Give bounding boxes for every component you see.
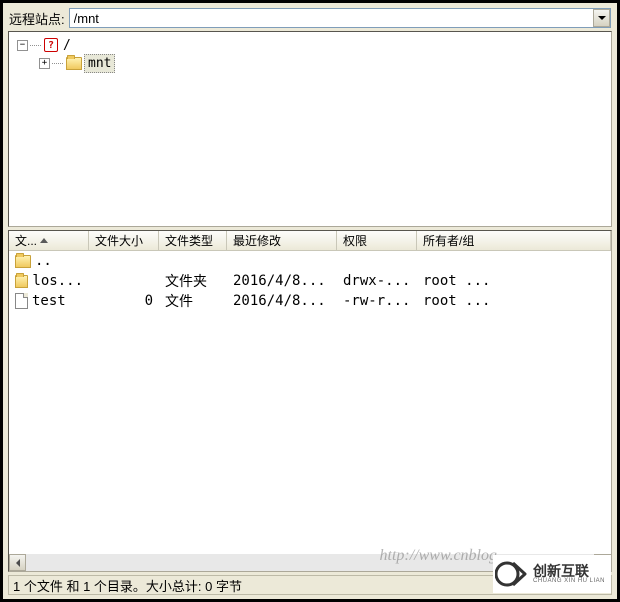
file-name: test bbox=[32, 293, 66, 309]
tree-child-row[interactable]: + mnt bbox=[11, 54, 609, 72]
folder-icon bbox=[66, 57, 82, 70]
folder-icon bbox=[15, 255, 31, 268]
remote-path-combo[interactable] bbox=[69, 8, 611, 28]
remote-directory-tree[interactable]: − ? / + mnt bbox=[8, 31, 612, 227]
chevron-left-icon bbox=[16, 559, 20, 567]
chevron-down-icon bbox=[598, 16, 606, 20]
tree-root-row[interactable]: − ? / bbox=[11, 36, 609, 54]
remote-path-label: 远程站点: bbox=[9, 9, 65, 28]
list-header[interactable]: 文... 文件大小 文件类型 最近修改 权限 所有者/组 bbox=[9, 231, 611, 251]
file-icon bbox=[15, 293, 28, 309]
column-type[interactable]: 文件类型 bbox=[159, 231, 227, 250]
file-name: .. bbox=[35, 253, 52, 269]
horizontal-scrollbar[interactable] bbox=[9, 554, 611, 571]
tree-line-icon bbox=[30, 45, 42, 46]
path-dropdown-button[interactable] bbox=[593, 9, 610, 27]
remote-path-input[interactable] bbox=[70, 10, 593, 27]
status-text: 1 个文件 和 1 个目录。大小总计: 0 字节 bbox=[13, 576, 242, 595]
column-name[interactable]: 文... bbox=[9, 231, 89, 250]
expander-minus-icon[interactable]: − bbox=[17, 40, 28, 51]
list-row[interactable]: test 0 文件 2016/4/8... -rw-r... root ... bbox=[9, 291, 611, 311]
remote-path-bar: 远程站点: bbox=[5, 5, 615, 31]
scroll-left-button[interactable] bbox=[9, 554, 26, 571]
scroll-track[interactable] bbox=[26, 554, 594, 571]
tree-child-label: mnt bbox=[84, 54, 115, 73]
status-bar: 1 个文件 和 1 个目录。大小总计: 0 字节 接 bbox=[8, 575, 612, 595]
scroll-right-button[interactable] bbox=[594, 554, 611, 571]
folder-icon bbox=[15, 275, 28, 288]
unknown-icon: ? bbox=[44, 38, 58, 52]
column-date[interactable]: 最近修改 bbox=[227, 231, 337, 250]
tree-line-icon bbox=[52, 63, 64, 64]
chevron-right-icon bbox=[601, 559, 605, 567]
column-owner[interactable]: 所有者/组 bbox=[417, 231, 611, 250]
file-name: los... bbox=[32, 273, 83, 289]
tree-root-label: / bbox=[60, 37, 74, 54]
column-permissions[interactable]: 权限 bbox=[337, 231, 417, 250]
column-name-label: 文... bbox=[15, 232, 37, 249]
list-row[interactable]: los... 文件夹 2016/4/8... drwx-... root ... bbox=[9, 271, 611, 291]
remote-file-list: 文... 文件大小 文件类型 最近修改 权限 所有者/组 .. bbox=[8, 230, 612, 572]
column-size[interactable]: 文件大小 bbox=[89, 231, 159, 250]
list-body[interactable]: .. los... 文件夹 2016/4/8... drwx-... root … bbox=[9, 251, 611, 554]
list-row-parent[interactable]: .. bbox=[9, 251, 611, 271]
status-right: 接 bbox=[594, 576, 607, 595]
sort-ascending-icon bbox=[40, 238, 48, 243]
expander-plus-icon[interactable]: + bbox=[39, 58, 50, 69]
